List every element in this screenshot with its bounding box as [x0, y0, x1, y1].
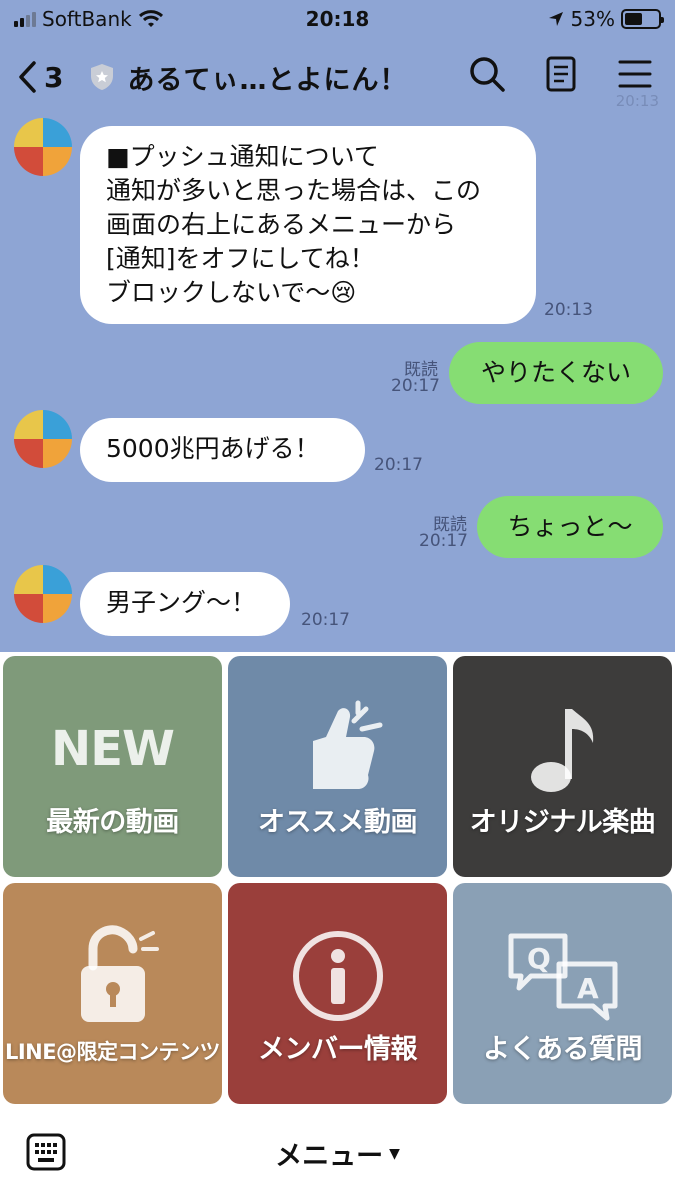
music-note-icon	[530, 709, 593, 792]
qa-bubbles-icon: Q A	[508, 933, 617, 1021]
message-line: ■プッシュ通知について	[106, 142, 379, 171]
rich-menu-latest-videos[interactable]: NEW 最新の動画	[3, 656, 222, 877]
wifi-icon	[138, 10, 163, 27]
message-bubble-sent[interactable]: やりたくない	[449, 342, 663, 404]
keyboard-icon[interactable]	[26, 1133, 66, 1171]
rich-menu-original-songs[interactable]: オリジナル楽曲	[453, 656, 672, 877]
message-text: ちょっと〜	[507, 512, 633, 541]
message-bubble-received[interactable]: ■プッシュ通知について 通知が多いと思った場合は、この 画面の右上にあるメニュー…	[80, 126, 536, 324]
rich-menu-toggle[interactable]: メニュー ▼	[275, 1134, 400, 1173]
clock: 20:18	[305, 7, 370, 31]
message-time: 20:17	[301, 610, 350, 630]
chevron-left-icon	[19, 61, 36, 93]
message-line: 画面の右上にあるメニューから	[106, 210, 457, 239]
svg-text:A: A	[577, 972, 599, 1005]
battery-icon	[621, 9, 664, 29]
battery-percent: 53%	[570, 7, 615, 31]
message-time: 20:17	[419, 531, 468, 551]
rich-menu-recommended-videos[interactable]: オススメ動画	[228, 656, 447, 877]
hidden-timestamp: 20:13	[615, 92, 659, 110]
message-bubble-received[interactable]: 男子ング〜！	[80, 572, 290, 636]
rich-menu-label: LINE@限定コンテンツ	[4, 1040, 221, 1064]
thumbs-up-icon	[312, 700, 382, 789]
message-line: ブロックしないで〜😢	[106, 278, 357, 307]
avatar[interactable]	[14, 565, 72, 623]
svg-text:Q: Q	[527, 942, 551, 975]
rich-menu-label: オススメ動画	[258, 807, 418, 838]
message-line: 通知が多いと思った場合は、この	[106, 176, 482, 205]
search-icon[interactable]	[467, 54, 507, 94]
message-time: 20:17	[391, 376, 440, 396]
message-bubble-received[interactable]: 5000兆円あげる！	[80, 418, 365, 482]
official-account-badge-icon	[91, 64, 114, 90]
message-line: [通知]をオフにしてね！	[106, 244, 375, 273]
message-time: 20:13	[544, 300, 593, 320]
info-icon	[292, 931, 383, 1021]
unlock-icon	[80, 925, 159, 1022]
chat-title: あるてぃ…とよにん！	[127, 64, 408, 96]
new-badge: NEW	[51, 721, 175, 777]
message-list[interactable]: ■プッシュ通知について 通知が多いと思った場合は、この 画面の右上にあるメニュー…	[0, 110, 675, 650]
message-text: やりたくない	[480, 358, 631, 387]
back-button[interactable]: 3	[16, 60, 63, 94]
message-text: 男子ング〜！	[106, 588, 257, 617]
message-bubble-sent[interactable]: ちょっと〜	[477, 496, 663, 558]
chat-header: 3 あるてぃ…とよにん！	[0, 42, 675, 112]
rich-menu-faq[interactable]: Q A よくある質問	[453, 883, 672, 1104]
avatar[interactable]	[14, 410, 72, 468]
rich-menu-member-info[interactable]: メンバー情報	[228, 883, 447, 1104]
rich-menu-exclusive-content[interactable]: LINE@限定コンテンツ	[3, 883, 222, 1104]
unread-count: 3	[44, 60, 64, 94]
location-icon	[548, 12, 563, 26]
carrier-name: SoftBank	[42, 7, 132, 31]
caret-down-icon: ▼	[389, 1145, 400, 1162]
avatar[interactable]	[14, 118, 72, 176]
message-time: 20:17	[374, 455, 423, 475]
rich-menu-label: 最新の動画	[46, 807, 179, 838]
menu-label: メニュー	[275, 1141, 384, 1172]
menu-icon[interactable]	[615, 54, 655, 94]
rich-menu-label: よくある質問	[483, 1034, 643, 1065]
notes-icon[interactable]	[541, 54, 581, 94]
status-bar: SoftBank 20:18 53%	[0, 0, 675, 38]
bottom-bar: メニュー ▼	[0, 1107, 675, 1200]
rich-menu-label: メンバー情報	[258, 1034, 418, 1065]
message-text: 5000兆円あげる！	[106, 434, 320, 463]
rich-menu-label: オリジナル楽曲	[469, 807, 656, 838]
signal-icon	[14, 11, 36, 27]
rich-menu: NEW 最新の動画 オススメ動画 オリジナル楽曲 LINE@限定コンテンツ メン…	[0, 652, 675, 1107]
